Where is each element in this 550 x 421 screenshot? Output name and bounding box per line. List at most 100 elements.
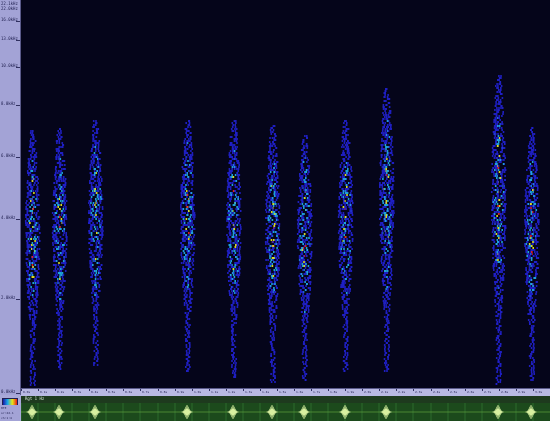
time-label: 0.2s	[57, 390, 65, 394]
time-label: 0.4s	[91, 390, 99, 394]
call-10	[490, 75, 507, 385]
time-tick	[243, 389, 244, 391]
time-label: 3.0s	[535, 390, 543, 394]
time-tick	[192, 389, 193, 391]
freq-tick	[16, 393, 20, 394]
time-axis[interactable]: 0.0s 0.1s 0.2s 0.3s 0.4s 0.5s 0.6s 0.7s 0.8s 0.9s…	[21, 388, 550, 396]
time-label: 1.0s	[194, 390, 202, 394]
call-5	[226, 120, 242, 378]
time-label: 1.4s	[262, 390, 270, 394]
freq-tick	[16, 105, 20, 106]
time-label: 0.0s	[23, 390, 31, 394]
time-tick	[21, 389, 22, 391]
waveform-burst-11	[525, 405, 537, 419]
waveform-channel-name: Rgt 1 Hz	[25, 396, 45, 401]
freq-tick	[16, 299, 20, 300]
freq-label-8k: 8.0kHz	[1, 101, 16, 106]
readout-line: sr:22.1	[1, 411, 14, 415]
time-label: 1.2s	[228, 390, 236, 394]
call-4	[180, 120, 196, 372]
time-tick	[55, 389, 56, 391]
call-1	[24, 130, 41, 386]
freq-tick	[16, 67, 20, 68]
time-tick	[516, 389, 517, 391]
waveform-burst-9	[380, 405, 392, 419]
waveform-burst-6	[266, 405, 278, 419]
spectrogram-canvas[interactable]	[21, 0, 550, 388]
waveform-burst-7	[298, 405, 310, 419]
time-label: 1.1s	[211, 390, 219, 394]
time-label: 2.2s	[398, 390, 406, 394]
freq-tick	[16, 40, 20, 41]
time-tick	[328, 389, 329, 391]
time-label: 2.8s	[501, 390, 509, 394]
time-label: 1.7s	[313, 390, 321, 394]
corner-sub-label: 22.0kHz	[1, 6, 18, 11]
freq-tick	[16, 157, 20, 158]
time-tick	[362, 389, 363, 391]
time-tick	[379, 389, 380, 391]
time-tick	[431, 389, 432, 391]
time-label: 1.3s	[245, 390, 253, 394]
waveform-burst-3	[89, 405, 101, 419]
left-readout-panel: 8TE sr:22.1 ch:1:4	[0, 405, 20, 421]
time-label: 0.6s	[125, 390, 133, 394]
time-label: 2.5s	[450, 390, 458, 394]
time-tick	[209, 389, 210, 391]
time-tick	[311, 389, 312, 391]
time-tick	[482, 389, 483, 391]
freq-tick	[16, 21, 20, 22]
readout-line: 8TE	[1, 406, 7, 410]
time-tick	[345, 389, 346, 391]
waveform-burst-4	[181, 405, 193, 419]
time-tick	[38, 389, 39, 391]
time-tick	[396, 389, 397, 391]
time-label: 1.5s	[279, 390, 287, 394]
call-8	[337, 120, 354, 372]
time-label: 0.9s	[177, 390, 185, 394]
freq-tick	[16, 219, 20, 220]
time-label: 2.0s	[364, 390, 372, 394]
time-tick	[175, 389, 176, 391]
time-tick	[72, 389, 73, 391]
time-tick	[533, 389, 534, 391]
waveform-canvas[interactable]	[21, 403, 550, 421]
call-7	[296, 135, 313, 381]
call-6	[264, 125, 281, 383]
time-label: 2.1s	[381, 390, 389, 394]
time-tick	[465, 389, 466, 391]
time-label: 2.7s	[484, 390, 492, 394]
call-3	[88, 120, 104, 366]
time-label: 0.8s	[160, 390, 168, 394]
waveform-view[interactable]	[21, 403, 550, 421]
freq-label-0k: 0.0kHz	[1, 389, 16, 394]
call-11	[524, 127, 540, 381]
time-label: 2.3s	[415, 390, 423, 394]
time-label: 0.7s	[142, 390, 150, 394]
time-tick	[106, 389, 107, 391]
time-label: 1.6s	[296, 390, 304, 394]
time-label: 1.9s	[347, 390, 355, 394]
freq-label-4k: 4.0kHz	[1, 215, 16, 220]
frequency-axis: 22.1kHz 22.0kHz 16.0kHz 13.0kHz 10.0kHz …	[0, 0, 21, 395]
readout-line: ch:1:4	[1, 416, 12, 420]
time-tick	[123, 389, 124, 391]
time-label: 2.4s	[433, 390, 441, 394]
waveform-burst-5	[227, 405, 239, 419]
freq-label-2k: 2.0kHz	[1, 295, 16, 300]
time-tick	[260, 389, 261, 391]
time-tick	[294, 389, 295, 391]
spectrogram-view[interactable]	[21, 0, 550, 388]
time-tick	[413, 389, 414, 391]
time-tick	[226, 389, 227, 391]
waveform-burst-1	[26, 405, 38, 419]
time-label: 0.3s	[74, 390, 82, 394]
waveform-header: Rgt 1 Hz	[21, 396, 550, 403]
freq-label-6k: 6.0kHz	[1, 153, 16, 158]
time-tick	[158, 389, 159, 391]
call-9	[379, 88, 395, 372]
time-label: 0.5s	[108, 390, 116, 394]
time-tick	[499, 389, 500, 391]
time-label: 2.9s	[518, 390, 526, 394]
waveform-burst-10	[492, 405, 504, 419]
